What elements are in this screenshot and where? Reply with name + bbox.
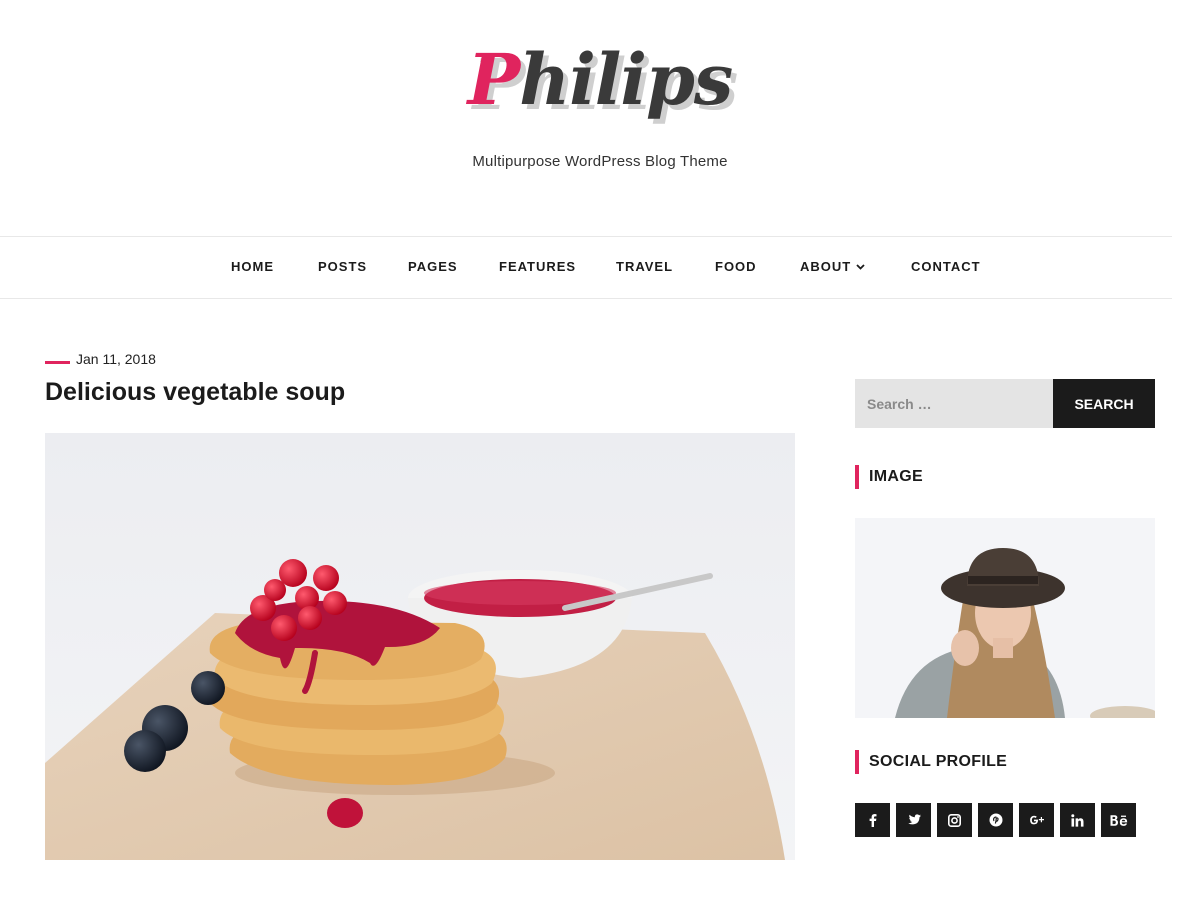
linkedin-icon (1071, 813, 1084, 827)
google-plus-icon (1029, 815, 1044, 825)
twitter-button[interactable] (896, 803, 931, 837)
google-plus-button[interactable] (1019, 803, 1054, 837)
woman-in-hat-photo (855, 518, 1155, 718)
pinterest-button[interactable] (978, 803, 1013, 837)
nav-item-pages[interactable]: PAGES (408, 259, 458, 274)
logo-text[interactable]: Philips (467, 30, 734, 130)
behance-icon (1110, 814, 1127, 826)
twitter-icon (908, 813, 921, 824)
nav-list: HOME POSTS PAGES FEATURES TRAVEL FOOD AB… (0, 237, 1200, 298)
logo-first-letter: P (467, 38, 521, 121)
nav-item-label: PAGES (408, 259, 458, 274)
instagram-button[interactable] (937, 803, 972, 837)
main-navigation: HOME POSTS PAGES FEATURES TRAVEL FOOD AB… (0, 236, 1172, 299)
facebook-button[interactable] (855, 803, 890, 837)
behance-button[interactable] (1101, 803, 1136, 837)
nav-item-label: POSTS (318, 259, 368, 274)
post-title[interactable]: Delicious vegetable soup (45, 378, 345, 407)
nav-item-food[interactable]: FOOD (715, 259, 757, 274)
facebook-icon (869, 814, 876, 827)
nav-item-features[interactable]: FEATURES (499, 259, 576, 274)
nav-item-label: ABOUT (800, 259, 852, 274)
pinterest-icon (989, 813, 1002, 827)
nav-item-posts[interactable]: POSTS (318, 259, 367, 274)
image-widget-title: IMAGE (855, 465, 923, 489)
post-featured-image[interactable] (45, 433, 795, 860)
logo-rest: hilips (519, 38, 733, 121)
search-button[interactable]: SEARCH (1053, 379, 1155, 428)
chevron-down-icon (856, 262, 865, 273)
nav-item-home[interactable]: HOME (231, 259, 274, 274)
nav-item-label: CONTACT (911, 259, 981, 274)
site-tagline: Multipurpose WordPress Blog Theme (472, 153, 728, 170)
date-accent-line (45, 361, 70, 364)
post-date[interactable]: Jan 11, 2018 (76, 351, 156, 367)
nav-item-label: TRAVEL (616, 259, 674, 274)
nav-item-about[interactable]: ABOUT (800, 259, 865, 274)
instagram-icon (948, 813, 961, 827)
nav-item-contact[interactable]: CONTACT (911, 259, 981, 274)
sidebar-image[interactable] (855, 518, 1155, 718)
nav-item-label: FEATURES (499, 259, 577, 274)
search-input[interactable] (855, 379, 1053, 428)
linkedin-button[interactable] (1060, 803, 1095, 837)
nav-item-travel[interactable]: TRAVEL (616, 259, 673, 274)
nav-item-label: HOME (231, 259, 274, 274)
social-widget-title: SOCIAL PROFILE (855, 750, 1007, 774)
waffle-stack-photo (45, 433, 795, 860)
search-form: SEARCH (855, 379, 1155, 428)
site-logo[interactable]: Philips (0, 30, 1200, 140)
site-header: Philips Multipurpose WordPress Blog Them… (0, 0, 1200, 236)
nav-item-label: FOOD (715, 259, 757, 274)
